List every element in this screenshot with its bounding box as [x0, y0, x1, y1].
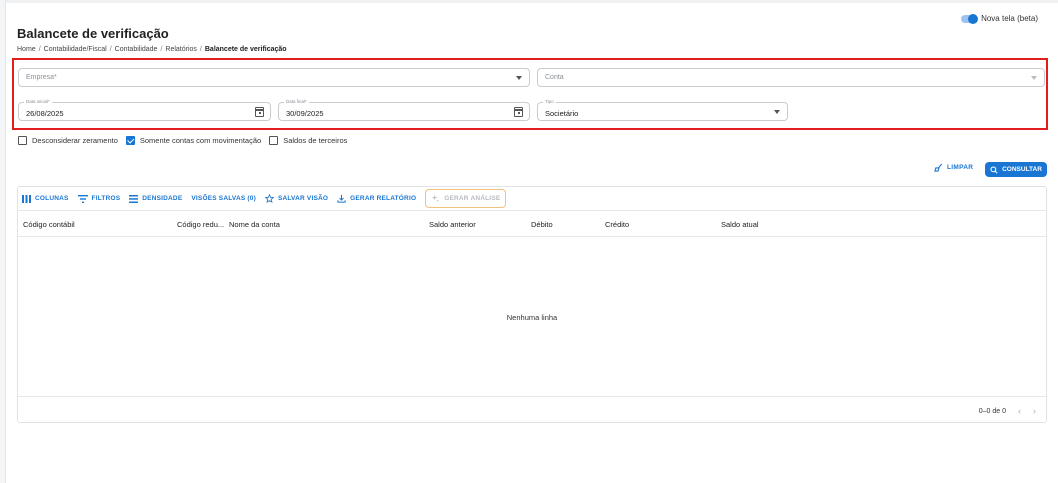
pagination: 0–0 de 0 ‹ ›	[979, 406, 1036, 416]
checkbox-label: Somente contas com movimentação	[139, 136, 262, 145]
chevron-left-icon[interactable]: ‹	[1018, 406, 1021, 416]
breadcrumb-home[interactable]: Home	[17, 46, 36, 53]
generate-analysis-label: GERAR ANÁLISE	[444, 195, 501, 202]
filter-highlight-box: Empresa* Conta Data inicial* 26/08/2025 …	[12, 58, 1048, 130]
new-screen-toggle[interactable]: Nova tela (beta)	[961, 13, 1038, 24]
checkbox-desconsiderar-zeramento[interactable]: Desconsiderar zeramento	[18, 136, 118, 145]
toggle-knob	[968, 13, 979, 24]
density-label: DENSIDADE	[142, 195, 183, 202]
generate-report-label: GERAR RELATÓRIO	[350, 195, 417, 202]
data-grid: COLUNAS FILTROS DENSIDADE VISÕES SALVAS …	[17, 186, 1047, 423]
data-final-label: Data final*	[284, 99, 309, 105]
checkbox-box[interactable]	[269, 136, 279, 145]
save-view-label: SALVAR VISÃO	[277, 195, 329, 202]
breadcrumb-current: Balancete de verificação	[204, 46, 287, 53]
option-checkboxes: Desconsiderar zeramento Somente contas c…	[18, 136, 347, 145]
column-header-codigo-contabil[interactable]: Código contábil	[23, 220, 75, 229]
checkbox-somente-contas-movimentacao[interactable]: Somente contas com movimentação	[125, 136, 262, 145]
saved-views-button[interactable]: VISÕES SALVAS (0)	[191, 195, 256, 202]
chevron-right-icon[interactable]: ›	[1033, 406, 1036, 416]
toggle-switch[interactable]	[961, 13, 979, 24]
tipo-label: Tipo	[543, 99, 556, 105]
checkbox-box[interactable]	[18, 136, 27, 145]
pagination-count: 0–0 de 0	[978, 407, 1006, 415]
chevron-down-icon	[1031, 76, 1037, 80]
checkbox-label: Saldos de terceiros	[283, 136, 348, 145]
filters-label: FILTROS	[91, 195, 121, 202]
grid-footer: 0–0 de 0 ‹ ›	[18, 396, 1046, 423]
chevron-down-icon	[774, 110, 780, 114]
empresa-placeholder: Empresa*	[26, 74, 57, 81]
sparkle-icon	[432, 194, 440, 203]
breadcrumb-separator: /	[109, 46, 112, 53]
empty-state-text: Nenhuma linha	[506, 313, 558, 322]
limpar-button[interactable]: LIMPAR	[934, 163, 973, 172]
calendar-icon[interactable]	[514, 107, 523, 117]
consultar-label: CONSULTAR	[1002, 166, 1042, 173]
consultar-button[interactable]: CONSULTAR	[985, 162, 1047, 177]
topbar-edge	[6, 0, 1058, 3]
filter-icon	[77, 194, 88, 203]
column-header-codigo-reduzido[interactable]: Código redu...	[177, 220, 224, 229]
breadcrumb-relatorios[interactable]: Relatórios	[165, 46, 197, 53]
breadcrumb-contabilidade[interactable]: Contabilidade	[115, 46, 158, 53]
columns-label: COLUNAS	[35, 195, 69, 202]
page-title: Balancete de verificação	[17, 26, 169, 41]
toggle-label: Nova tela (beta)	[981, 14, 1038, 23]
density-button[interactable]: DENSIDADE	[129, 194, 183, 203]
breadcrumb-separator: /	[160, 46, 163, 53]
empresa-select[interactable]: Empresa*	[18, 68, 530, 87]
breadcrumb: Home / Contabilidade/Fiscal / Contabilid…	[17, 46, 287, 53]
breadcrumb-separator: /	[199, 46, 202, 53]
generate-report-button[interactable]: GERAR RELATÓRIO	[337, 194, 416, 203]
chevron-down-icon	[516, 76, 522, 80]
columns-button[interactable]: COLUNAS	[22, 194, 69, 203]
calendar-icon[interactable]	[255, 107, 264, 117]
download-icon	[337, 194, 346, 203]
checkbox-saldos-terceiros[interactable]: Saldos de terceiros	[269, 136, 347, 145]
columns-icon	[22, 194, 31, 203]
data-final-value: 30/09/2025	[286, 109, 324, 118]
save-view-button[interactable]: SALVAR VISÃO	[264, 194, 329, 203]
breadcrumb-contabilidade-fiscal[interactable]: Contabilidade/Fiscal	[44, 46, 107, 53]
star-icon	[264, 194, 274, 203]
column-header-saldo-atual[interactable]: Saldo atual	[721, 220, 759, 229]
density-icon	[129, 194, 139, 203]
broom-icon	[934, 163, 943, 172]
column-header-saldo-anterior[interactable]: Saldo anterior	[429, 220, 476, 229]
conta-placeholder: Conta	[545, 74, 564, 81]
data-final-field[interactable]: Data final* 30/09/2025	[278, 99, 530, 121]
sidebar-edge	[0, 0, 6, 483]
limpar-label: LIMPAR	[947, 164, 974, 171]
grid-toolbar: COLUNAS FILTROS DENSIDADE VISÕES SALVAS …	[22, 189, 507, 208]
data-inicial-value: 26/08/2025	[26, 109, 64, 118]
data-inicial-field[interactable]: Data inicial* 26/08/2025	[18, 99, 271, 121]
column-header-credito[interactable]: Crédito	[605, 220, 629, 229]
tipo-value: Societário	[545, 109, 579, 118]
search-icon	[990, 165, 998, 174]
saved-views-label: VISÕES SALVAS (0)	[191, 195, 256, 202]
table-header: Código contábil Código redu... Nome da c…	[18, 210, 1046, 237]
tipo-select[interactable]: Tipo Societário	[537, 99, 788, 121]
filters-button[interactable]: FILTROS	[77, 194, 121, 203]
checkbox-label: Desconsiderar zeramento	[32, 136, 118, 145]
column-header-nome-conta[interactable]: Nome da conta	[229, 220, 280, 229]
breadcrumb-separator: /	[38, 46, 41, 53]
conta-select[interactable]: Conta	[537, 68, 1045, 87]
checkbox-box-checked[interactable]	[125, 136, 135, 145]
data-inicial-label: Data inicial*	[24, 99, 52, 105]
generate-analysis-button[interactable]: GERAR ANÁLISE	[425, 189, 507, 208]
column-header-debito[interactable]: Débito	[531, 220, 553, 229]
